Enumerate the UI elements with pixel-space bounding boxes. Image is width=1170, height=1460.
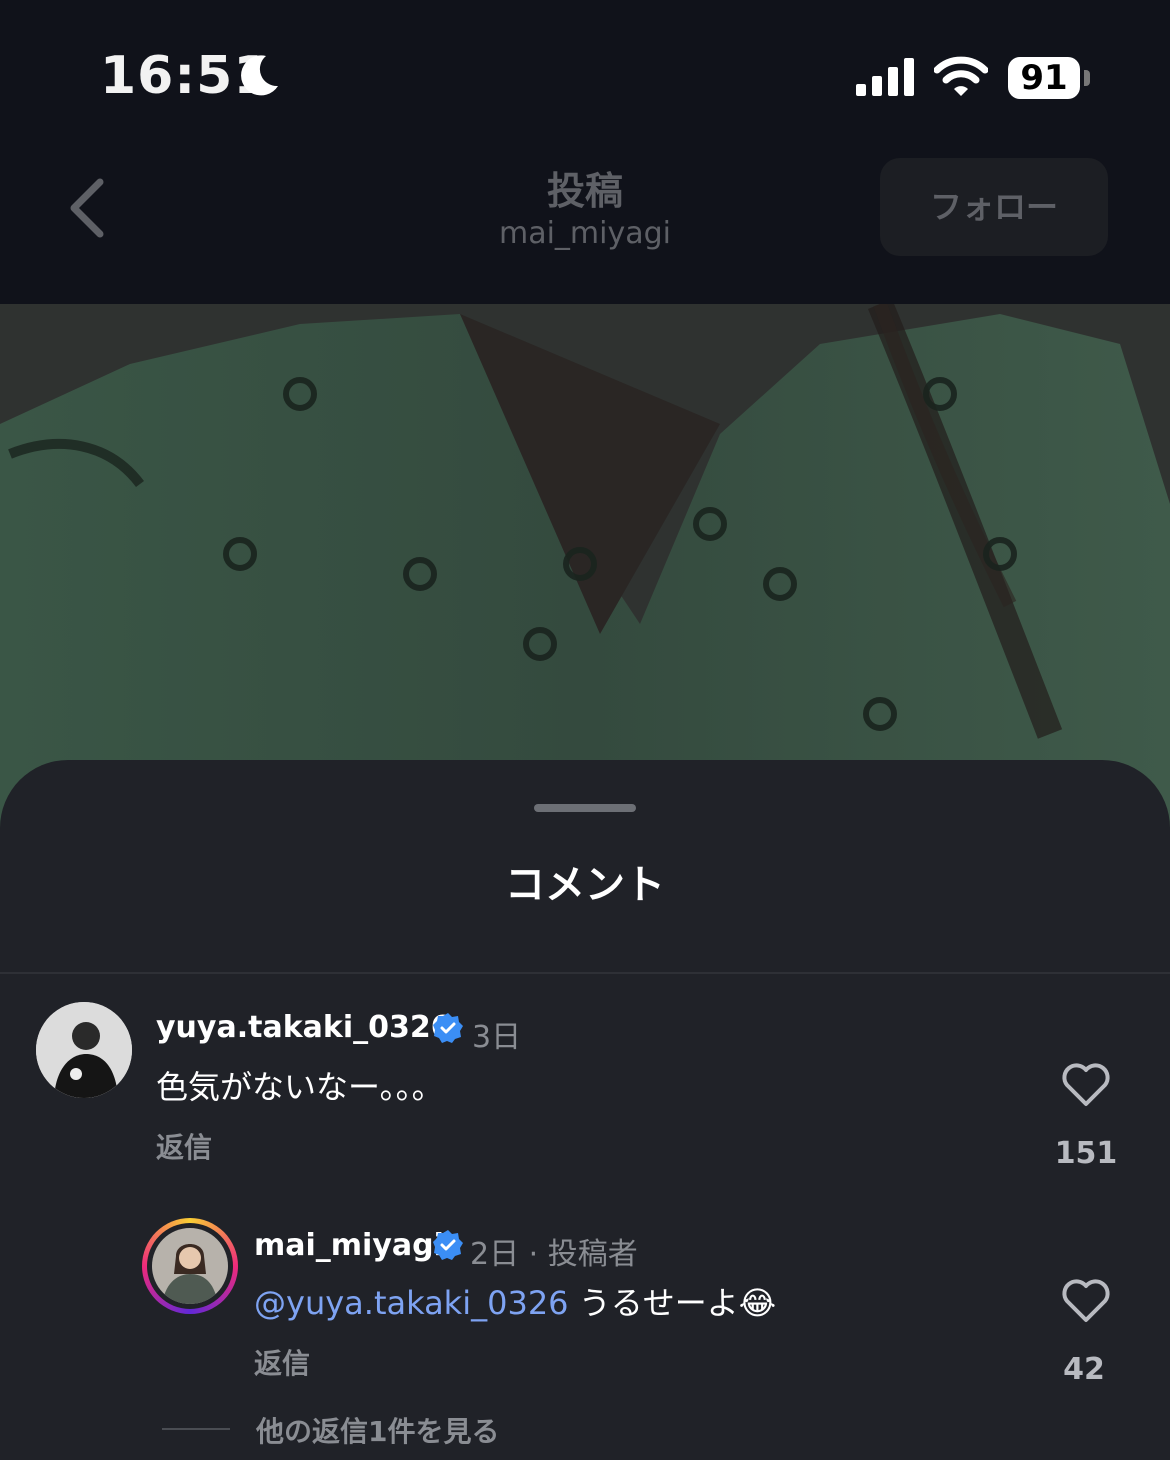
comments-sheet: コメント yuya.takaki_0326 3日 色気がないなー。。。 返信 1… — [0, 760, 1170, 1460]
battery-indicator: 91 — [1008, 57, 1080, 99]
reply-text: @yuya.takaki_0326 うるせーよ😂 — [254, 1278, 776, 1324]
comment-timestamp: 3日 — [472, 1020, 522, 1055]
like-count: 151 — [1054, 1136, 1118, 1171]
heart-like-icon[interactable] — [1060, 1278, 1112, 1324]
cellular-signal-icon — [856, 58, 914, 96]
comment-text: 色気がないなー。。。 — [156, 1068, 444, 1106]
like-count: 42 — [1063, 1352, 1105, 1387]
avatar-photo — [36, 1002, 132, 1098]
post-header: 投稿 mai_miyagi フォロー — [0, 140, 1170, 304]
sheet-title: コメント — [505, 862, 665, 908]
more-replies-divider — [162, 1428, 230, 1430]
verified-badge-icon — [433, 1013, 463, 1043]
heart-like-icon[interactable] — [1060, 1062, 1112, 1108]
avatar-photo — [152, 1228, 228, 1304]
moon-icon — [241, 55, 278, 96]
status-bar: 16:51 91 — [0, 0, 1170, 140]
avatar[interactable] — [36, 1002, 132, 1098]
sheet-grabber-handle[interactable] — [534, 804, 636, 812]
reply-username[interactable]: mai_miyagi — [254, 1228, 444, 1263]
mention-link[interactable]: @yuya.takaki_0326 — [254, 1284, 569, 1322]
verified-badge-icon — [433, 1230, 463, 1260]
reply-meta: 2日 · 投稿者 — [470, 1237, 638, 1272]
comment-username[interactable]: yuya.takaki_0326 — [156, 1010, 452, 1045]
wifi-icon — [934, 56, 988, 96]
reply-button[interactable]: 返信 — [156, 1126, 212, 1166]
battery-cap — [1084, 70, 1090, 86]
view-more-replies-button[interactable]: 他の返信1件を見る — [256, 1410, 499, 1450]
reply-text-body: うるせーよ😂 — [568, 1284, 777, 1322]
reply-button[interactable]: 返信 — [254, 1342, 310, 1382]
sheet-divider — [0, 972, 1170, 974]
follow-button[interactable]: フォロー — [880, 158, 1108, 256]
avatar-story-ring[interactable] — [142, 1218, 238, 1314]
